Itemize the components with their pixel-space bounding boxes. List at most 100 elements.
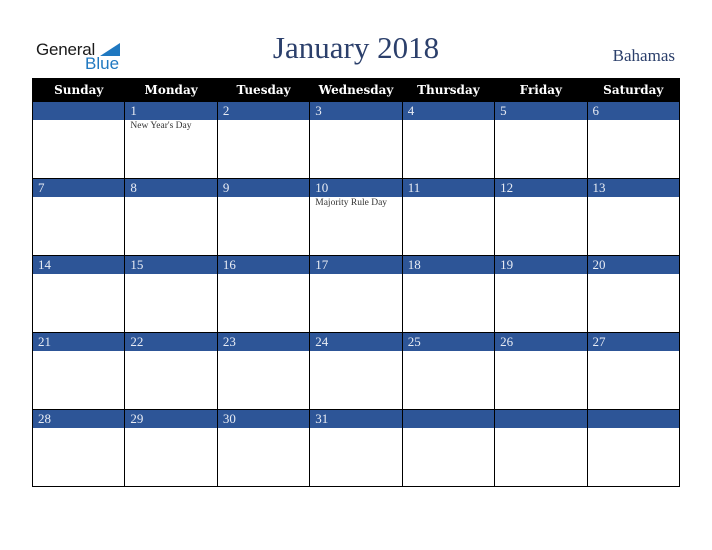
holiday-label [33,274,124,275]
day-cell[interactable] [124,274,218,333]
day-number-cell: 13 [586,178,681,197]
day-cell[interactable] [309,120,403,179]
holiday-label [218,274,309,275]
day-number: 27 [592,334,606,349]
weekday-header: Sunday [31,78,126,102]
day-number-cell: 30 [216,409,311,428]
day-number: 14 [38,257,51,272]
holiday-label [495,197,586,198]
day-number-cell: 9 [216,178,311,197]
holiday-label [125,197,216,198]
day-cell[interactable] [216,351,311,410]
week-events-row [31,428,681,487]
holiday-label [588,274,679,275]
day-number-cell: 12 [494,178,588,197]
weekday-header: Tuesday [216,78,311,102]
week-events-row [31,274,681,333]
holiday-label [588,120,679,121]
day-cell[interactable] [31,351,126,410]
day-cell[interactable] [124,351,218,410]
day-cell[interactable] [494,351,588,410]
week-number-row: 21 22 23 24 25 26 27 [31,332,681,351]
week-events-row [31,351,681,410]
week-events-row: New Year's Day [31,120,681,179]
day-number: 1 [130,103,137,118]
day-number: 28 [38,411,51,426]
day-cell[interactable] [586,197,681,256]
day-number: 16 [222,257,236,272]
holiday-label [310,351,401,352]
holiday-label [218,351,309,352]
day-cell[interactable] [494,120,588,179]
week-number-row: 28 29 30 31 [31,409,681,428]
holiday-label [403,351,494,352]
day-number-cell: 24 [309,332,403,351]
day-number-cell: 6 [586,101,681,120]
holiday-label [33,428,124,429]
day-cell[interactable] [401,120,496,179]
day-number: 23 [222,334,236,349]
weekday-header: Wednesday [309,78,403,102]
day-cell[interactable] [494,428,588,487]
day-number-cell: 26 [494,332,588,351]
day-cell[interactable] [216,197,311,256]
holiday-label [33,197,124,198]
day-cell[interactable] [586,120,681,179]
day-cell[interactable] [401,428,496,487]
day-number-cell [31,101,126,120]
day-number: 17 [315,257,329,272]
holiday-label [218,120,309,121]
day-number: 18 [407,257,421,272]
day-number: 7 [38,180,45,195]
day-cell[interactable] [586,351,681,410]
day-cell[interactable] [494,274,588,333]
day-number: 13 [592,180,606,195]
day-number-cell [586,409,681,428]
day-number: 11 [407,180,421,195]
day-cell[interactable]: Majority Rule Day [309,197,403,256]
day-number: 24 [315,334,329,349]
day-number: 22 [130,334,144,349]
day-number: 2 [222,103,230,118]
day-cell[interactable] [309,351,403,410]
day-number-cell: 20 [586,255,681,274]
day-cell[interactable] [309,274,403,333]
day-cell[interactable] [31,274,126,333]
day-cell[interactable] [309,428,403,487]
week-number-row: 1 2 3 4 5 6 [31,101,681,120]
day-cell[interactable] [31,428,126,487]
day-cell[interactable] [216,120,311,179]
holiday-label: New Year's Day [130,121,192,131]
day-cell[interactable] [586,274,681,333]
day-cell[interactable] [124,428,218,487]
weekday-header: Friday [494,78,588,102]
day-number-cell: 15 [124,255,218,274]
day-cell[interactable] [586,428,681,487]
weekday-header: Monday [124,78,218,102]
day-number-cell: 22 [124,332,218,351]
day-number: 5 [500,103,507,118]
day-cell[interactable] [216,428,311,487]
day-cell[interactable] [31,120,126,179]
day-number-cell: 23 [216,332,311,351]
holiday-label [495,428,586,429]
holiday-label [588,351,679,352]
day-cell[interactable]: New Year's Day [124,120,218,179]
day-cell[interactable] [31,197,126,256]
page-title: January 2018 [272,30,440,65]
holiday-label [310,274,401,275]
day-cell[interactable] [124,197,218,256]
day-number-cell: 27 [586,332,681,351]
day-cell[interactable] [216,274,311,333]
day-cell[interactable] [401,197,496,256]
day-cell[interactable] [401,351,496,410]
day-cell[interactable] [401,274,496,333]
weekday-header-row: Sunday Monday Tuesday Wednesday Thursday… [31,78,681,102]
day-cell[interactable] [494,197,588,256]
weekday-header: Thursday [401,78,496,102]
day-number-cell: 18 [401,255,496,274]
weekday-header: Saturday [586,78,681,102]
day-number: 12 [500,180,514,195]
holiday-label [125,274,216,275]
holiday-label [588,197,679,198]
